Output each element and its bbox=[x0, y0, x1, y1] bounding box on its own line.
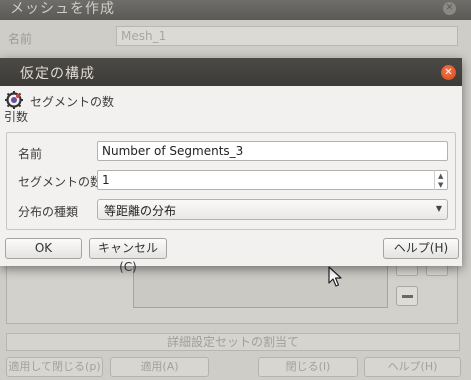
hypothesis-type-label: セグメントの数 bbox=[30, 95, 115, 109]
close-icon[interactable]: ✕ bbox=[443, 2, 456, 15]
ok-button[interactable]: OK bbox=[5, 238, 82, 259]
mouse-pointer-icon bbox=[328, 266, 342, 287]
close-icon[interactable]: ✕ bbox=[441, 65, 456, 80]
assign-hypothesis-set-button[interactable]: 詳細設定セットの割当て bbox=[6, 333, 460, 351]
spin-up-icon[interactable]: ▲ bbox=[438, 172, 443, 180]
apply-and-close-button[interactable]: 適用して閉じる(p) bbox=[6, 357, 103, 377]
distribution-type-value: 等距離の分布 bbox=[104, 204, 177, 218]
arguments-label: 引数 bbox=[4, 110, 29, 124]
spin-down-icon[interactable]: ▼ bbox=[438, 181, 443, 189]
minus-icon bbox=[402, 295, 413, 298]
dialog-title: 仮定の構成 bbox=[20, 66, 95, 82]
background-titlebar: メッシュを作成 ✕ bbox=[0, 0, 471, 20]
segments-count-label: セグメントの数 bbox=[18, 175, 103, 189]
background-window-title: メッシュを作成 bbox=[10, 1, 115, 17]
cancel-button[interactable]: キャンセル(C) bbox=[89, 238, 167, 274]
chevron-down-icon: ▼ bbox=[435, 204, 442, 213]
background-name-label: 名前 bbox=[8, 32, 33, 46]
dialog-titlebar[interactable]: 仮定の構成 ✕ bbox=[0, 58, 462, 86]
hypothesis-name-input[interactable]: Number of Segments_3 bbox=[97, 141, 448, 161]
distribution-type-select[interactable]: 等距離の分布 ▼ bbox=[97, 199, 448, 220]
close-button[interactable]: 閉じる(l) bbox=[258, 357, 358, 377]
distribution-type-label: 分布の種類 bbox=[18, 205, 79, 219]
name-label: 名前 bbox=[18, 147, 43, 161]
mesh-name-field[interactable]: Mesh_1 bbox=[116, 26, 458, 46]
hypothesis-construction-dialog: 仮定の構成 ✕ セグメントの数 引数 bbox=[0, 58, 462, 266]
remove-hypothesis-button[interactable] bbox=[396, 286, 418, 306]
segments-count-spinbox[interactable]: 1 bbox=[97, 170, 448, 190]
apply-button[interactable]: 適用(A) bbox=[110, 357, 209, 377]
hypotheses-list[interactable] bbox=[133, 262, 388, 308]
hypothesis-icon bbox=[5, 91, 23, 109]
background-help-button[interactable]: ヘルプ(H) bbox=[364, 357, 461, 377]
help-button[interactable]: ヘルプ(H) bbox=[383, 238, 459, 259]
spin-arrows-icon[interactable]: ▲ ▼ bbox=[434, 170, 448, 190]
